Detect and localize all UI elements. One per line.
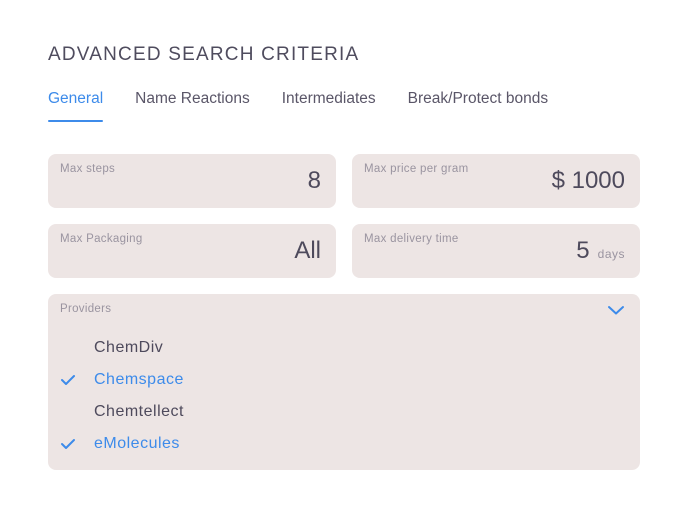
provider-item-emolecules[interactable]: eMolecules [60, 428, 184, 460]
chevron-down-icon[interactable] [606, 302, 626, 318]
provider-name: Chemtellect [94, 403, 184, 420]
tab-intermediates[interactable]: Intermediates [282, 90, 376, 124]
max-price-value[interactable]: $ 1000 [552, 167, 625, 195]
max-delivery-label: Max delivery time [364, 233, 459, 245]
max-steps-field[interactable]: Max steps 8 [48, 154, 336, 208]
tab-bar: General Name Reactions Intermediates Bre… [48, 90, 580, 124]
checkbox-unchecked[interactable] [60, 400, 94, 424]
provider-item-chemspace[interactable]: Chemspace [60, 364, 184, 396]
max-delivery-unit: days [597, 247, 625, 261]
max-delivery-field[interactable]: Max delivery time 5 days [352, 224, 640, 278]
check-icon[interactable] [60, 432, 94, 456]
max-price-field[interactable]: Max price per gram $ 1000 [352, 154, 640, 208]
provider-item-chemdiv[interactable]: ChemDiv [60, 332, 184, 364]
provider-name: Chemspace [94, 371, 184, 388]
tab-name-reactions[interactable]: Name Reactions [135, 90, 250, 124]
max-delivery-value-wrap: 5 days [576, 237, 625, 265]
max-delivery-value[interactable]: 5 [576, 237, 589, 264]
providers-list: ChemDiv Chemspace Chemtellect eMolecules [60, 332, 184, 460]
max-steps-label: Max steps [60, 163, 116, 175]
provider-name: ChemDiv [94, 339, 164, 356]
max-steps-value[interactable]: 8 [308, 167, 321, 195]
max-packaging-field[interactable]: Max Packaging All [48, 224, 336, 278]
max-price-label: Max price per gram [364, 163, 469, 175]
provider-item-chemtellect[interactable]: Chemtellect [60, 396, 184, 428]
providers-dropdown[interactable]: Providers ChemDiv Chemspace Chemtellect … [48, 294, 640, 470]
page-title: ADVANCED SEARCH CRITERIA [48, 44, 360, 65]
provider-name: eMolecules [94, 435, 180, 452]
check-icon[interactable] [60, 368, 94, 392]
max-packaging-label: Max Packaging [60, 233, 143, 245]
checkbox-unchecked[interactable] [60, 336, 94, 360]
providers-label: Providers [60, 303, 112, 315]
max-packaging-value[interactable]: All [294, 237, 321, 265]
tab-general[interactable]: General [48, 90, 104, 124]
tab-break-protect-bonds[interactable]: Break/Protect bonds [408, 90, 548, 124]
